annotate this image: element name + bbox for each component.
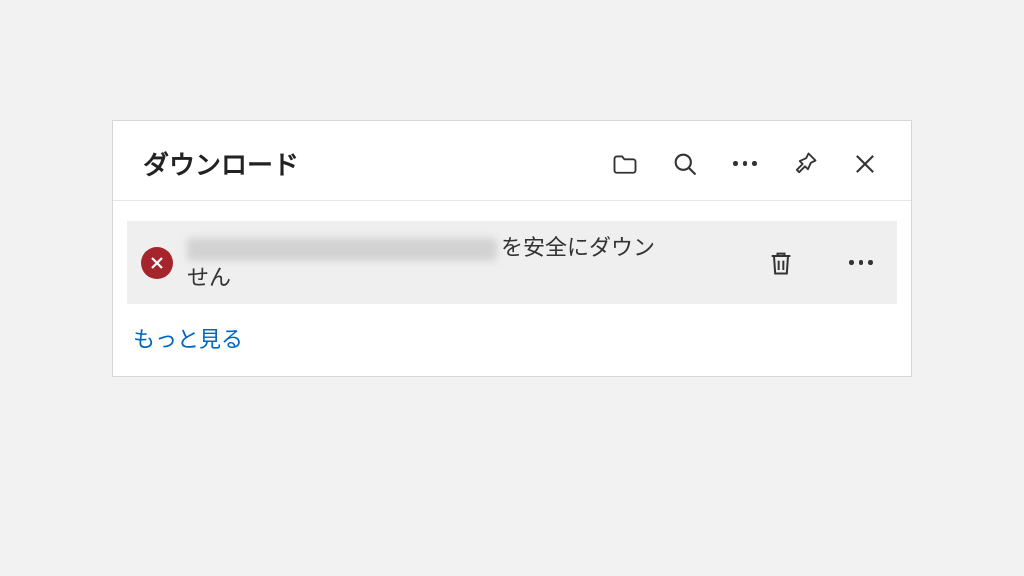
folder-icon[interactable] (609, 148, 641, 180)
trash-icon[interactable] (765, 247, 797, 279)
panel-title: ダウンロード (143, 145, 299, 182)
error-status-icon (141, 247, 173, 279)
message-suffix-line1: を安全にダウン (501, 235, 655, 260)
pin-icon[interactable] (789, 148, 821, 180)
search-icon[interactable] (669, 148, 701, 180)
see-more-link[interactable]: もっと見る (113, 304, 263, 376)
downloads-panel: ダウンロード (112, 120, 912, 377)
download-item[interactable]: を安全にダウン せん (127, 221, 897, 304)
panel-header: ダウンロード (113, 121, 911, 201)
item-more-icon[interactable] (845, 247, 877, 279)
redacted-filename (187, 238, 497, 261)
message-line2: せん (187, 265, 231, 290)
header-actions (609, 148, 881, 180)
download-item-message: を安全にダウン せん (187, 233, 751, 292)
close-icon[interactable] (849, 148, 881, 180)
item-actions (765, 247, 887, 279)
more-icon[interactable] (729, 148, 761, 180)
